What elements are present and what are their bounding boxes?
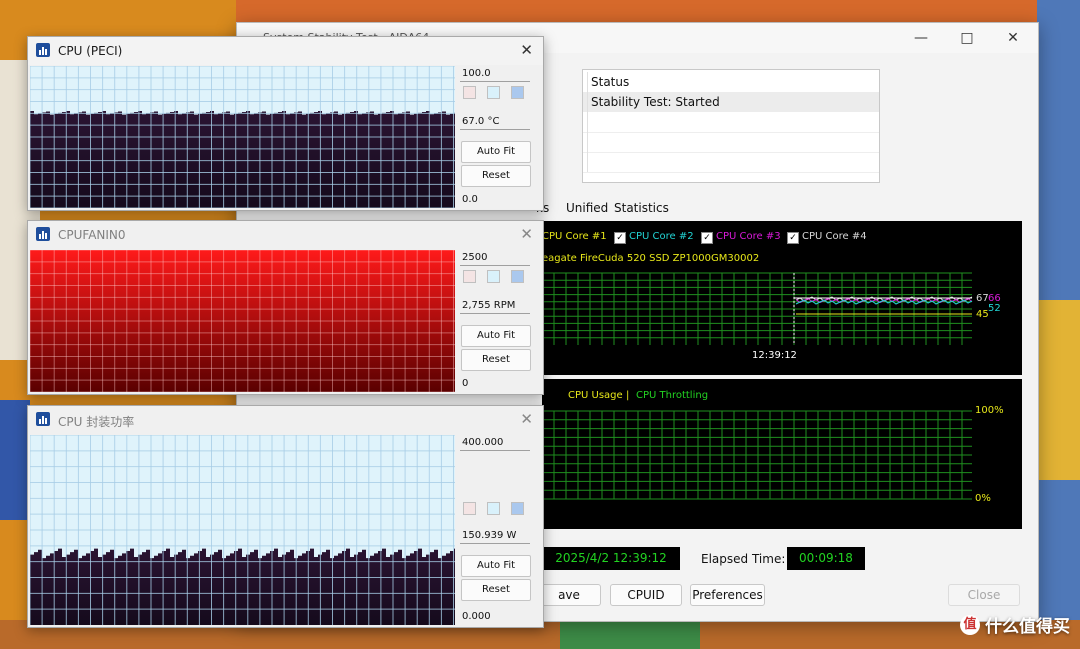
aida64-app-icon — [36, 43, 50, 57]
reset-button[interactable]: Reset — [461, 165, 531, 187]
tab-statistics[interactable]: Statistics — [611, 199, 672, 217]
temp-reading-core2: 52 — [988, 303, 1001, 314]
divider — [460, 129, 530, 130]
temperature-time-label: 12:39:12 — [752, 350, 797, 361]
auto-fit-button[interactable]: Auto Fit — [461, 141, 531, 163]
divider — [460, 265, 530, 266]
sensor-side-panel: 2500 2,755 RPM Auto Fit Reset 0 — [460, 250, 540, 392]
sensor-min-value: 0.000 — [462, 611, 491, 622]
temperature-graph: CPU Core #1 ✓ CPU Core #2 ✓ CPU Core #3 ✓ CPU … — [542, 221, 1022, 375]
cpu-usage-graph: CPU Usage | CPU Throttling 100% 0% — [542, 379, 1022, 529]
status-row-empty — [583, 112, 879, 133]
background-color-swatch[interactable] — [487, 502, 500, 515]
background-color-swatch[interactable] — [487, 270, 500, 283]
sensor-window-0: CPU (PECI) ✕ 100.0 67.0 °C Auto Fit Rese… — [27, 36, 544, 211]
line-color-swatch[interactable] — [463, 502, 476, 515]
sensor-window-2: CPU 封装功率 ✕ 400.000 150.939 W Auto Fit Re… — [27, 405, 544, 628]
preferences-button[interactable]: Preferences — [690, 584, 765, 606]
tab-unified[interactable]: Unified — [563, 199, 611, 217]
grid-color-swatch[interactable] — [511, 270, 524, 283]
sensor-current-value: 150.939 W — [462, 530, 517, 541]
elapsed-time-value: 00:09:18 — [787, 547, 865, 570]
maximize-icon[interactable]: □ — [945, 25, 989, 51]
temp-reading-core1: 45 — [976, 309, 989, 320]
usage-scale-top: 100% — [975, 405, 1004, 416]
line-color-swatch[interactable] — [463, 86, 476, 99]
save-button[interactable]: ave — [537, 584, 601, 606]
sensor-max-value: 400.000 — [462, 437, 504, 448]
elapsed-time-label: Elapsed Time: — [701, 552, 786, 566]
sensor-titlebar: CPU 封装功率 ✕ — [28, 406, 543, 434]
status-row[interactable]: Stability Test: Started — [583, 92, 879, 112]
sensor-max-value: 100.0 — [462, 68, 491, 79]
sensor-window-1: CPUFANIN0 ✕ 2500 2,755 RPM Auto Fit Rese… — [27, 220, 544, 395]
sensor-current-value: 2,755 RPM — [462, 300, 516, 311]
line-color-swatch[interactable] — [463, 270, 476, 283]
sensor-title: CPU (PECI) — [58, 44, 123, 58]
close-icon[interactable]: ✕ — [520, 410, 533, 428]
close-button[interactable]: Close — [948, 584, 1020, 606]
cpu-usage-plot — [542, 410, 972, 500]
watermark-badge: 值 — [960, 614, 980, 635]
sensor-max-value: 2500 — [462, 252, 488, 263]
status-header: Status — [591, 75, 630, 89]
divider — [460, 543, 530, 544]
status-list[interactable]: Status Stability Test: Started — [582, 69, 880, 183]
test-start-time: 2025/4/2 12:39:12 — [542, 547, 680, 570]
sensor-title: CPU 封装功率 — [58, 415, 135, 429]
status-row-empty — [583, 132, 879, 153]
usage-scale-bottom: 0% — [975, 493, 991, 504]
sensor-graph — [30, 66, 455, 208]
sensor-area — [30, 548, 455, 625]
sensor-min-value: 0.0 — [462, 194, 478, 205]
auto-fit-button[interactable]: Auto Fit — [461, 555, 531, 577]
legend-separator: | — [626, 390, 630, 401]
auto-fit-button[interactable]: Auto Fit — [461, 325, 531, 347]
divider — [460, 450, 530, 451]
cpu-throttling-legend: CPU Throttling — [636, 390, 709, 401]
aida64-app-icon — [36, 412, 50, 426]
sensor-graph — [30, 435, 455, 625]
sensor-min-value: 0 — [462, 378, 469, 389]
cpu-usage-legend: CPU Usage — [568, 390, 623, 401]
watermark-text: 什么值得买 — [985, 617, 1070, 637]
sensor-titlebar: CPU (PECI) ✕ — [28, 37, 543, 65]
grid-color-swatch[interactable] — [511, 86, 524, 99]
sensor-graph — [30, 250, 455, 392]
grid-color-swatch[interactable] — [511, 502, 524, 515]
sensor-side-panel: 400.000 150.939 W Auto Fit Reset 0.000 — [460, 435, 540, 625]
reset-button[interactable]: Reset — [461, 349, 531, 371]
divider — [460, 313, 530, 314]
divider — [460, 81, 530, 82]
minimize-icon[interactable]: — — [899, 25, 943, 51]
close-icon[interactable]: ✕ — [520, 41, 533, 59]
sensor-current-value: 67.0 °C — [462, 116, 500, 127]
reset-button[interactable]: Reset — [461, 579, 531, 601]
aida64-app-icon — [36, 227, 50, 241]
status-row-empty — [583, 152, 879, 173]
sensor-title: CPUFANIN0 — [58, 228, 126, 242]
close-icon[interactable]: ✕ — [991, 25, 1035, 51]
watermark: 值 什么值得买 — [960, 612, 1070, 637]
cpuid-button[interactable]: CPUID — [610, 584, 682, 606]
status-header-row: Status — [583, 72, 879, 92]
temp-reading-core4: 67 — [976, 293, 989, 304]
sensor-titlebar: CPUFANIN0 ✕ — [28, 221, 543, 249]
sensor-side-panel: 100.0 67.0 °C Auto Fit Reset 0.0 — [460, 66, 540, 208]
background-color-swatch[interactable] — [487, 86, 500, 99]
close-icon[interactable]: ✕ — [520, 225, 533, 243]
status-value: Stability Test: Started — [591, 95, 720, 109]
